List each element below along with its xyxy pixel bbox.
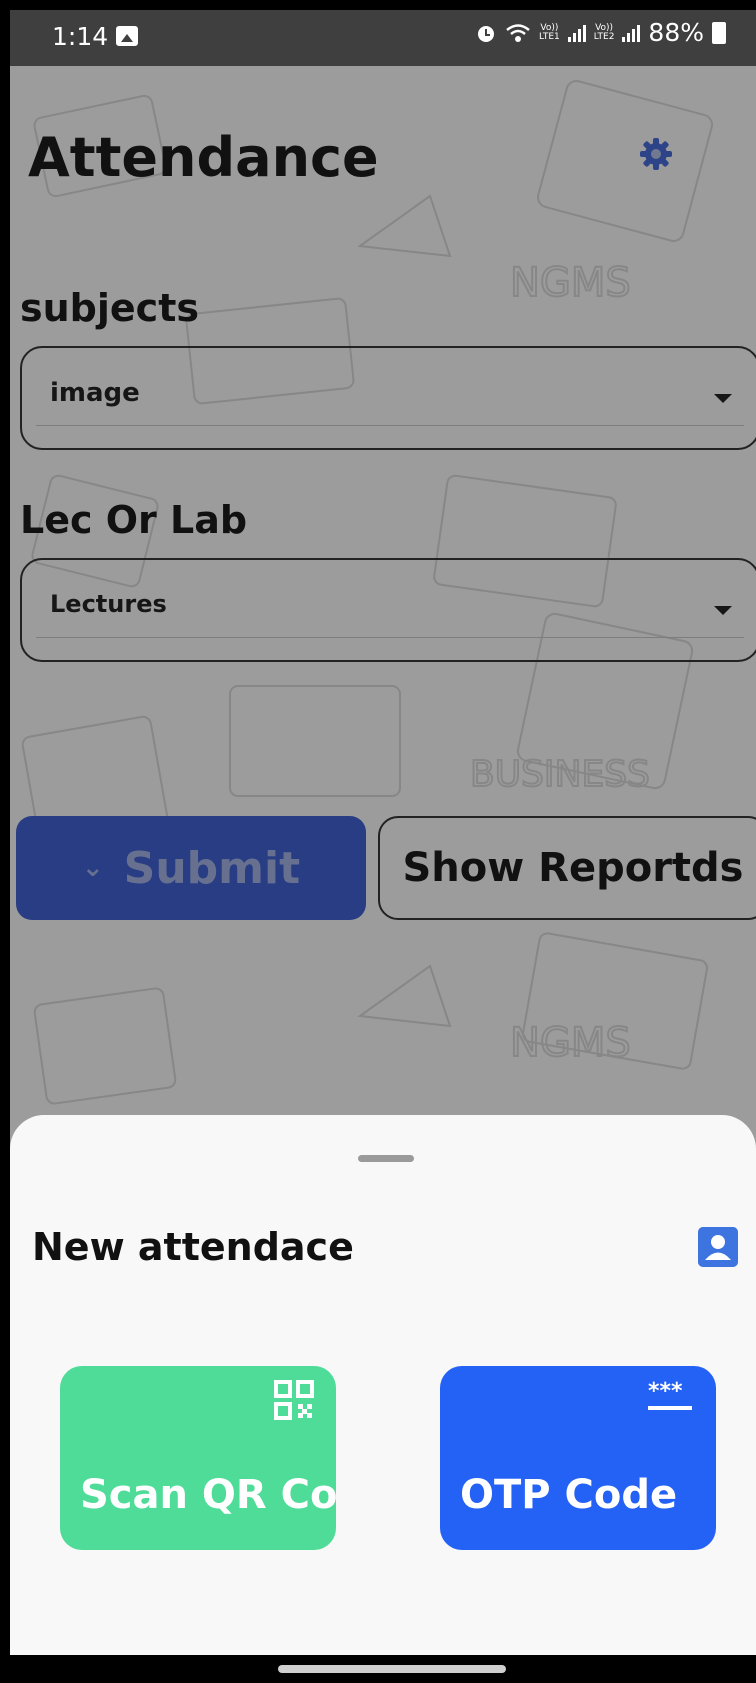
wifi-icon	[506, 23, 530, 42]
new-attendance-sheet: New attendace Scan QR Co *** OTP Code	[10, 1115, 756, 1655]
status-bar: 1:14 Vo)) LTE1 Vo)) LTE2 88%	[10, 10, 756, 66]
screen: 1:14 Vo)) LTE1 Vo)) LTE2 88% NGMS BUSINE…	[10, 10, 756, 1683]
battery-percent: 88%	[648, 18, 704, 47]
scan-qr-code-label: Scan QR Code	[80, 1472, 336, 1518]
signal-2-icon	[622, 24, 641, 42]
otp-code-card[interactable]: *** OTP Code	[440, 1366, 716, 1550]
password-icon: ***	[648, 1380, 692, 1410]
alarm-icon	[478, 25, 495, 42]
battery-icon	[712, 21, 726, 44]
network-label-1: Vo)) LTE1	[539, 22, 560, 42]
sheet-drag-handle[interactable]	[358, 1155, 414, 1162]
network-label-2: Vo)) LTE2	[593, 22, 615, 42]
scan-qr-code-card[interactable]: Scan QR Code	[60, 1366, 336, 1550]
contact-icon[interactable]	[698, 1227, 738, 1267]
system-navigation-bar	[10, 1655, 756, 1683]
home-gesture-handle[interactable]	[278, 1665, 506, 1673]
sheet-title: New attendace	[32, 1225, 354, 1269]
otp-code-label: OTP Code	[460, 1472, 678, 1518]
status-icons: Vo)) LTE1 Vo)) LTE2 88%	[475, 18, 726, 47]
qr-code-icon	[274, 1380, 314, 1420]
signal-1-icon	[567, 24, 586, 42]
gallery-notification-icon	[116, 26, 138, 46]
svg-text:***: ***	[648, 1380, 683, 1404]
status-time: 1:14	[52, 22, 109, 51]
